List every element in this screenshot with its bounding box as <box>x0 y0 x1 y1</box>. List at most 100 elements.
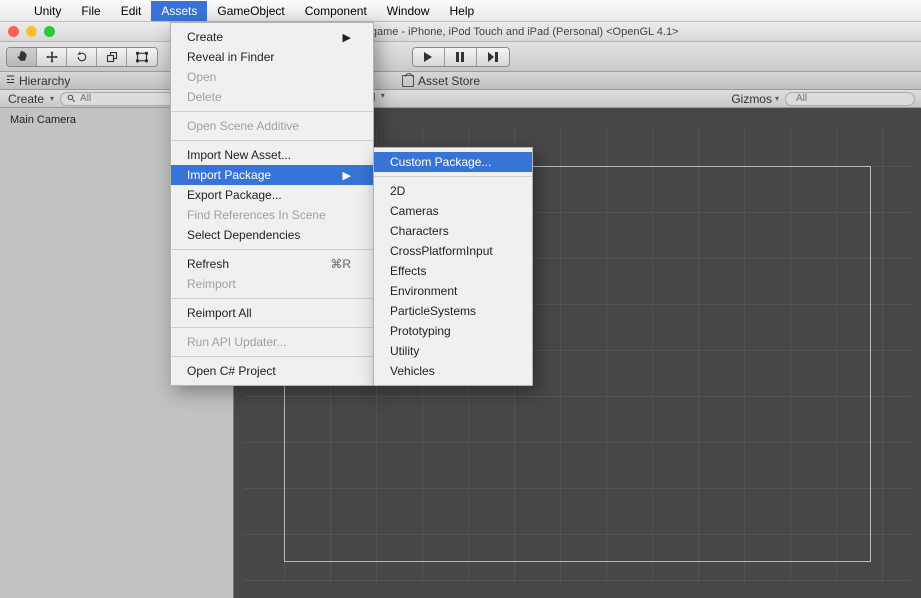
assets-menu-separator <box>171 298 373 299</box>
assets-menu-item: Find References In Scene <box>171 205 373 225</box>
assets-menu-separator <box>171 249 373 250</box>
scene-search-input[interactable] <box>796 93 921 104</box>
move-tool-button[interactable] <box>37 48 67 66</box>
assets-menu-item[interactable]: Import New Asset... <box>171 145 373 165</box>
menu-edit[interactable]: Edit <box>111 1 152 21</box>
submenu-item[interactable]: Custom Package... <box>374 152 532 172</box>
assets-menu-item-label: Reimport <box>187 277 236 291</box>
menu-component[interactable]: Component <box>295 1 377 21</box>
assets-menu-item-label: Refresh <box>187 257 229 271</box>
assets-menu-item-label: Find References In Scene <box>187 208 326 222</box>
menu-file[interactable]: File <box>71 1 110 21</box>
step-button[interactable] <box>477 48 509 66</box>
assets-menu-item-label: Open Scene Additive <box>187 119 299 133</box>
assets-menu-item[interactable]: Export Package... <box>171 185 373 205</box>
menu-window[interactable]: Window <box>377 1 440 21</box>
submenu-item-label: Utility <box>390 344 419 358</box>
editor-toolbar <box>0 42 921 72</box>
submenu-item[interactable]: 2D <box>374 181 532 201</box>
menu-help[interactable]: Help <box>439 1 484 21</box>
menu-unity[interactable]: Unity <box>24 1 71 21</box>
rect-tool-button[interactable] <box>127 48 157 66</box>
assets-menu-item[interactable]: Import Package ▶ <box>171 165 373 185</box>
hierarchy-create-button[interactable]: Create <box>0 92 50 106</box>
search-icon <box>67 94 76 103</box>
submenu-item[interactable]: ParticleSystems <box>374 301 532 321</box>
assets-menu-item: Open Scene Additive <box>171 116 373 136</box>
assets-menu-separator <box>171 111 373 112</box>
submenu-separator <box>374 176 532 177</box>
assets-menu-item[interactable]: Refresh ⌘R <box>171 254 373 274</box>
assets-menu-item-label: Select Dependencies <box>187 228 300 242</box>
submenu-item[interactable]: Vehicles <box>374 361 532 381</box>
assets-menu-item-label: Create <box>187 30 223 44</box>
assets-menu-item[interactable]: Reimport All <box>171 303 373 323</box>
menu-shortcut: ⌘R <box>330 257 351 271</box>
play-button[interactable] <box>413 48 445 66</box>
assets-menu: Create ▶ Reveal in Finder Open Delete Open Sc… <box>170 22 374 386</box>
assets-menu-item: Run API Updater... <box>171 332 373 352</box>
assets-menu-item-label: Open <box>187 70 216 84</box>
zoom-window-button[interactable] <box>44 26 55 37</box>
scale-tool-button[interactable] <box>97 48 127 66</box>
submenu-item-label: 2D <box>390 184 405 198</box>
gizmos-dropdown[interactable]: Gizmos▾ <box>725 92 785 106</box>
close-window-button[interactable] <box>8 26 19 37</box>
assets-menu-separator <box>171 356 373 357</box>
assets-menu-item-label: Open C# Project <box>187 364 276 378</box>
assets-menu-item-label: Export Package... <box>187 188 282 202</box>
assets-menu-item: Reimport <box>171 274 373 294</box>
assets-menu-item-label: Import New Asset... <box>187 148 291 162</box>
assets-menu-item-label: Reveal in Finder <box>187 50 274 64</box>
submenu-arrow-icon: ▶ <box>343 169 351 182</box>
submenu-arrow-icon: ▶ <box>343 31 351 44</box>
assets-menu-separator <box>171 140 373 141</box>
play-controls <box>412 47 510 67</box>
submenu-item[interactable]: Cameras <box>374 201 532 221</box>
assets-menu-separator <box>171 327 373 328</box>
assets-menu-item-label: Reimport All <box>187 306 252 320</box>
minimize-window-button[interactable] <box>26 26 37 37</box>
hand-tool-button[interactable] <box>7 48 37 66</box>
gizmos-label: Gizmos <box>731 92 772 106</box>
pause-button[interactable] <box>445 48 477 66</box>
assets-menu-item[interactable]: Select Dependencies <box>171 225 373 245</box>
submenu-item-label: Environment <box>390 284 457 298</box>
submenu-item[interactable]: Prototyping <box>374 321 532 341</box>
assets-menu-item-label: Import Package <box>187 168 271 182</box>
macos-menubar: Unity File Edit Assets GameObject Compon… <box>0 0 921 22</box>
submenu-item-label: Effects <box>390 264 426 278</box>
submenu-item[interactable]: Effects <box>374 261 532 281</box>
assets-menu-item-label: Delete <box>187 90 222 104</box>
import-package-submenu: Custom Package... 2D Cameras Characters Cros… <box>373 147 533 386</box>
traffic-lights <box>8 26 55 37</box>
assets-menu-item: Delete <box>171 87 373 107</box>
asset-store-icon <box>402 75 414 87</box>
submenu-item-label: Vehicles <box>390 364 435 378</box>
submenu-item-label: Characters <box>390 224 449 238</box>
submenu-item-label: Prototyping <box>390 324 451 338</box>
rotate-tool-button[interactable] <box>67 48 97 66</box>
scene-search[interactable] <box>785 92 915 106</box>
tab-asset-store[interactable]: Asset Store <box>402 74 480 88</box>
submenu-item[interactable]: Characters <box>374 221 532 241</box>
assets-menu-item[interactable]: Reveal in Finder <box>171 47 373 67</box>
submenu-item-label: CrossPlatformInput <box>390 244 493 258</box>
assets-menu-item[interactable]: Create ▶ <box>171 27 373 47</box>
hierarchy-icon: ☲ <box>6 75 15 86</box>
menu-gameobject[interactable]: GameObject <box>207 1 294 21</box>
hierarchy-tab-label: Hierarchy <box>19 74 70 88</box>
assets-menu-item: Open <box>171 67 373 87</box>
submenu-item[interactable]: CrossPlatformInput <box>374 241 532 261</box>
submenu-item[interactable]: Environment <box>374 281 532 301</box>
assets-menu-item[interactable]: Open C# Project <box>171 361 373 381</box>
submenu-item[interactable]: Utility <box>374 341 532 361</box>
effects-chevron-icon[interactable]: ▾ <box>381 91 385 106</box>
assets-menu-item-label: Run API Updater... <box>187 335 286 349</box>
submenu-item-label: Custom Package... <box>390 155 491 169</box>
tab-asset-store-label: Asset Store <box>418 74 480 88</box>
transform-tools <box>6 47 158 67</box>
submenu-item-label: Cameras <box>390 204 439 218</box>
window-titlebar: Untitled.unity - ua-sample-game - iPhone… <box>0 22 921 42</box>
menu-assets[interactable]: Assets <box>151 1 207 21</box>
